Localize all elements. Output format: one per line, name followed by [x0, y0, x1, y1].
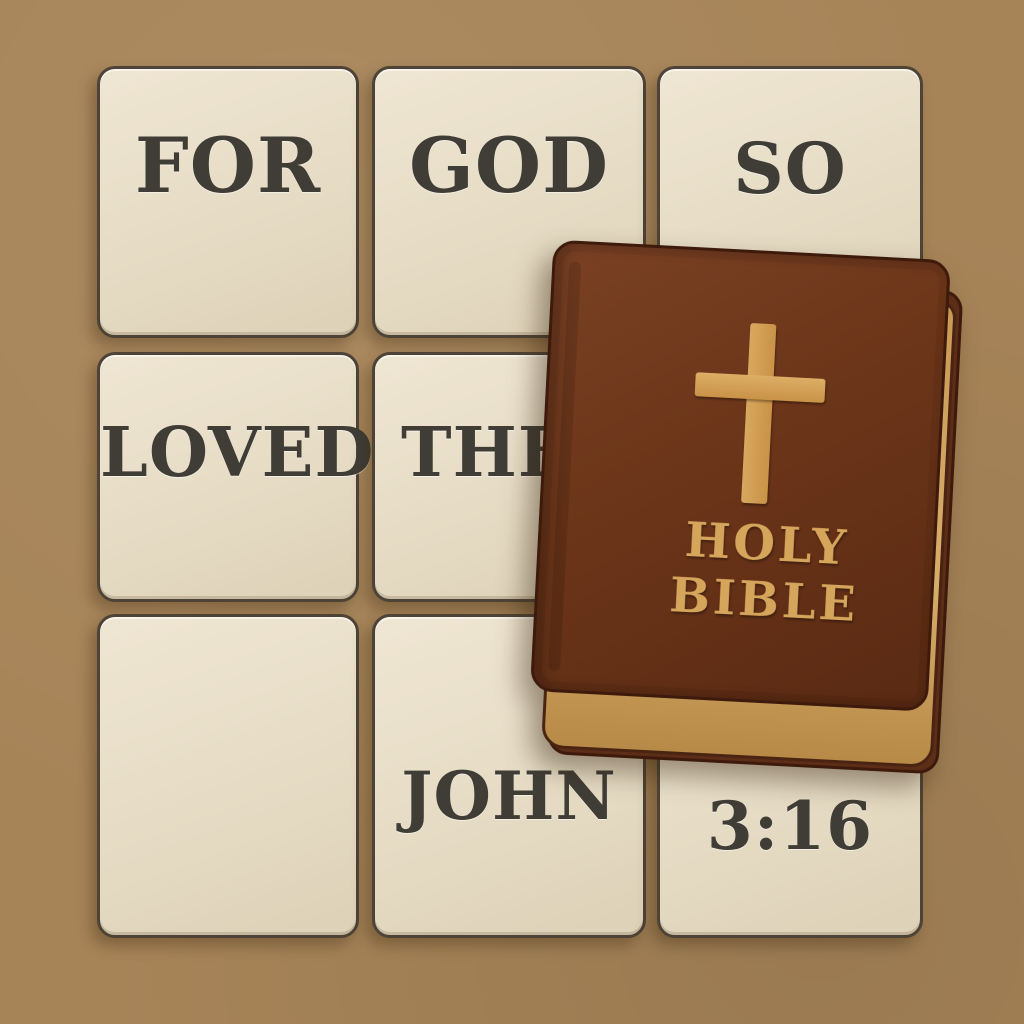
tile-word: GOD: [408, 121, 609, 210]
cross-icon: [689, 320, 828, 507]
puzzle-board: FOR GOD SO LOVED THE JOHN 3:16 HOLY BIBL…: [0, 0, 1024, 1024]
empty-tile-slot[interactable]: [97, 614, 359, 938]
cross-horizontal-bar: [694, 372, 826, 403]
word-tile-1[interactable]: FOR: [97, 66, 359, 338]
bible-spine: [547, 261, 582, 672]
tile-word: 3:16: [706, 787, 874, 865]
tile-word: JOHN: [401, 757, 617, 835]
cross-vertical-bar: [741, 322, 777, 505]
tile-word: LOVED: [100, 413, 375, 493]
word-tile-4[interactable]: LOVED: [97, 352, 375, 602]
tile-word: SO: [733, 127, 847, 210]
bible-front-cover: HOLY BIBLE: [529, 239, 952, 712]
tile-word: FOR: [134, 121, 322, 210]
holy-bible-book[interactable]: HOLY BIBLE: [527, 239, 965, 775]
